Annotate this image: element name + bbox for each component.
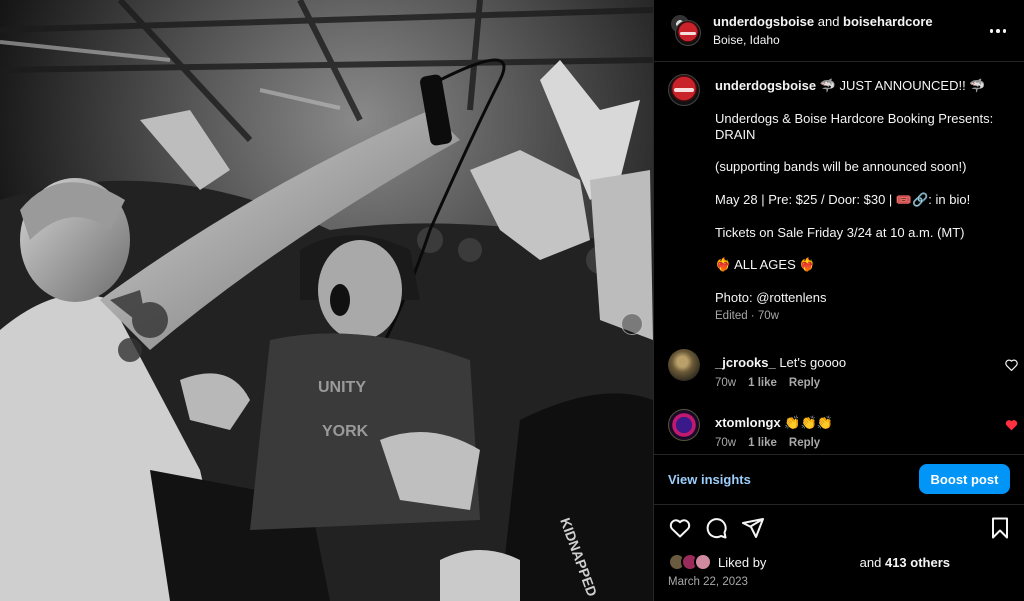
- share-icon[interactable]: [741, 516, 765, 540]
- post-date[interactable]: March 22, 2023: [668, 576, 748, 588]
- likes-text[interactable]: Liked by and 413 others: [718, 555, 950, 570]
- comment-reply-button[interactable]: Reply: [789, 437, 820, 449]
- comment-text: Let's goooo: [779, 355, 847, 370]
- comment-likes[interactable]: 1 like: [748, 377, 777, 389]
- caption-line: [715, 176, 1010, 192]
- caption-line: [715, 208, 1010, 224]
- comment-reply-button[interactable]: Reply: [789, 377, 820, 389]
- comment-age[interactable]: 70w: [715, 377, 736, 389]
- redacted-username: [770, 557, 856, 567]
- caption-and-comments: underdogsboise 🦈 JUST ANNOUNCED!! 🦈 Unde…: [654, 62, 1024, 454]
- comment-likes[interactable]: 1 like: [748, 437, 777, 449]
- comment-item: _jcrooks_ Let's goooo 70w 1 like Reply: [668, 349, 1018, 393]
- header-collab-user[interactable]: boisehardcore: [843, 14, 933, 29]
- view-insights-link[interactable]: View insights: [668, 472, 751, 487]
- caption-line: ❤️‍🔥 ALL AGES ❤️‍🔥: [715, 257, 816, 273]
- comment-liked-heart-icon[interactable]: [1005, 419, 1018, 431]
- commenter-avatar[interactable]: [668, 349, 700, 381]
- post-header: underdogsboise and boisehardcore Boise, …: [654, 0, 1024, 62]
- header-primary-user[interactable]: underdogsboise: [713, 14, 814, 29]
- svg-text:YORK: YORK: [322, 423, 369, 440]
- caption-line: [715, 94, 1010, 110]
- comment-item: xtomlongx 👏👏👏 70w 1 like Reply: [668, 409, 1018, 453]
- svg-text:UNITY: UNITY: [318, 379, 366, 396]
- likes-count[interactable]: 413 others: [885, 555, 950, 570]
- insights-bar: View insights Boost post: [654, 454, 1024, 505]
- caption-line: (supporting bands will be announced soon…: [715, 159, 967, 175]
- caption-line: [715, 241, 1010, 257]
- caption-line: Underdogs & Boise Hardcore Booking Prese…: [715, 110, 994, 126]
- post-side-panel: underdogsboise and boisehardcore Boise, …: [653, 0, 1024, 601]
- caption-line: May 28 | Pre: $25 / Door: $30 | 🎟️🔗: in …: [715, 192, 971, 208]
- caption-author-avatar[interactable]: [668, 74, 700, 106]
- comment-age[interactable]: 70w: [715, 437, 736, 449]
- carousel-next-indicator[interactable]: [621, 313, 643, 335]
- caption-text: underdogsboise 🦈 JUST ANNOUNCED!! 🦈 Unde…: [715, 78, 1010, 324]
- more-options-icon[interactable]: [989, 22, 1007, 40]
- caption-line: [715, 143, 1010, 159]
- liker-avatar[interactable]: [694, 553, 712, 571]
- caption-line: [715, 274, 1010, 290]
- commenter-avatar[interactable]: [668, 409, 700, 441]
- caption-first-line: 🦈 JUST ANNOUNCED!! 🦈: [816, 78, 986, 93]
- comment-username[interactable]: xtomlongx: [715, 415, 781, 430]
- comment-like-heart-icon[interactable]: [1005, 359, 1018, 371]
- comment-text: 👏👏👏: [784, 415, 833, 430]
- comment-icon[interactable]: [704, 516, 728, 540]
- boost-post-button[interactable]: Boost post: [919, 464, 1010, 494]
- likes-summary: Liked by and 413 others: [668, 552, 1018, 572]
- author-avatar[interactable]: [675, 20, 701, 46]
- caption-line: DRAIN: [715, 126, 756, 142]
- header-and-text: and: [814, 14, 844, 29]
- bookmark-icon[interactable]: [988, 516, 1012, 540]
- likes-prefix: Liked by: [718, 555, 771, 570]
- concert-photo-illustration: UNITY YORK KIDNAPPED: [0, 0, 653, 601]
- post-actions: [654, 508, 1024, 548]
- post-photo[interactable]: UNITY YORK KIDNAPPED: [0, 0, 653, 601]
- caption-line: Tickets on Sale Friday 3/24 at 10 a.m. (…: [715, 224, 965, 240]
- caption-edited-label: Edited · 70w: [715, 310, 779, 323]
- header-location[interactable]: Boise, Idaho: [713, 33, 780, 47]
- header-usernames: underdogsboise and boisehardcore: [713, 14, 933, 29]
- likes-and: and: [856, 555, 885, 570]
- heart-icon[interactable]: [668, 516, 692, 540]
- caption-line: Photo: @rottenlens: [715, 289, 827, 305]
- comment-username[interactable]: _jcrooks_: [715, 355, 776, 370]
- caption-username[interactable]: underdogsboise: [715, 78, 816, 93]
